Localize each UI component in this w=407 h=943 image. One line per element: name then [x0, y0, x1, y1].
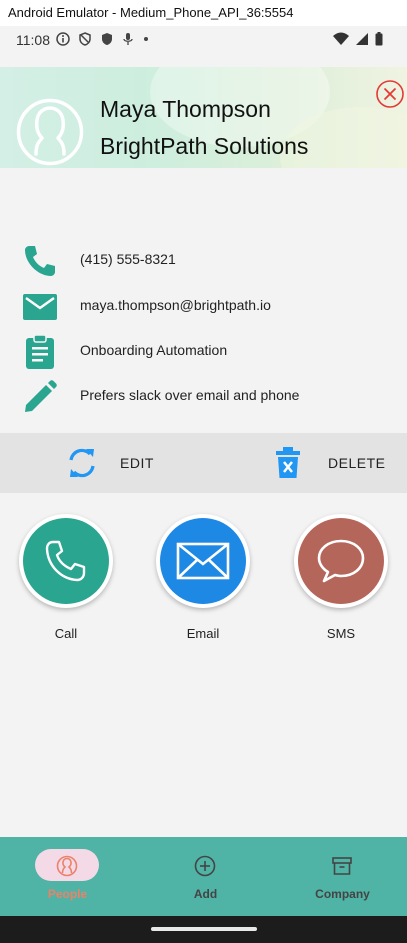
info-row-email: maya.thompson@brightpath.io [0, 285, 407, 325]
note-text: Prefers slack over email and phone [80, 387, 300, 403]
chat-bubble-icon [317, 539, 365, 583]
nav-item-people[interactable]: People [0, 837, 135, 916]
bottom-navigation: People Add Company [0, 837, 407, 916]
delete-label: DELETE [328, 455, 386, 471]
close-icon[interactable] [375, 79, 405, 109]
nav-item-add[interactable]: Add [138, 837, 273, 916]
home-gesture-handle[interactable] [151, 927, 257, 931]
nav-label-company: Company [315, 887, 370, 901]
signal-icon [356, 33, 368, 45]
phone-icon [25, 246, 55, 276]
phone-handset-icon [45, 540, 86, 582]
email-text: maya.thompson@brightpath.io [80, 297, 271, 313]
archive-box-icon [332, 857, 352, 875]
pencil-icon [25, 380, 57, 412]
clipboard-icon [26, 334, 54, 369]
person-icon [56, 855, 78, 877]
blocked-shield-icon [79, 32, 91, 46]
status-icons-right [333, 32, 383, 46]
add-circle-icon [194, 855, 216, 877]
action-bar: EDIT DELETE [0, 433, 407, 493]
nav-label-add: Add [193, 887, 218, 901]
nav-label-people: People [47, 887, 88, 901]
window-title-bar: Android Emulator - Medium_Phone_API_36:5… [0, 0, 407, 26]
notification-dot-icon [144, 37, 148, 41]
refresh-icon [69, 448, 95, 478]
contact-name: Maya Thompson [100, 96, 271, 122]
wifi-icon [333, 32, 349, 45]
sms-label: SMS [326, 626, 356, 641]
avatar-icon [16, 98, 84, 166]
window-title: Android Emulator - Medium_Phone_API_36:5… [8, 5, 294, 20]
info-row-role: Onboarding Automation [0, 330, 407, 370]
phone-text: (415) 555-8321 [80, 251, 176, 267]
call-button[interactable] [19, 514, 113, 608]
trash-icon [276, 447, 300, 478]
battery-icon [375, 32, 383, 46]
nav-item-company[interactable]: Company [275, 837, 407, 916]
contact-company: BrightPath Solutions [100, 133, 309, 159]
sms-button[interactable] [294, 514, 388, 608]
envelope-icon [176, 542, 230, 580]
info-row-note: Prefers slack over email and phone [0, 375, 407, 415]
mic-icon [123, 33, 133, 45]
call-label: Call [54, 626, 78, 641]
edit-label: EDIT [120, 455, 154, 471]
gesture-bar-area [0, 916, 407, 943]
delete-button[interactable]: DELETE [274, 433, 385, 493]
status-time: 11:08 [16, 32, 50, 48]
status-icons-left [56, 32, 150, 46]
contact-header: Maya Thompson BrightPath Solutions [0, 67, 407, 168]
mail-icon [23, 294, 57, 320]
status-bar: 11:08 [0, 26, 407, 54]
info-row-phone: (415) 555-8321 [0, 239, 407, 279]
info-icon [56, 32, 70, 46]
shield-icon [102, 33, 112, 45]
email-label: Email [186, 626, 220, 641]
edit-button[interactable]: EDIT [66, 433, 154, 493]
role-text: Onboarding Automation [80, 342, 228, 358]
email-button[interactable] [156, 514, 250, 608]
